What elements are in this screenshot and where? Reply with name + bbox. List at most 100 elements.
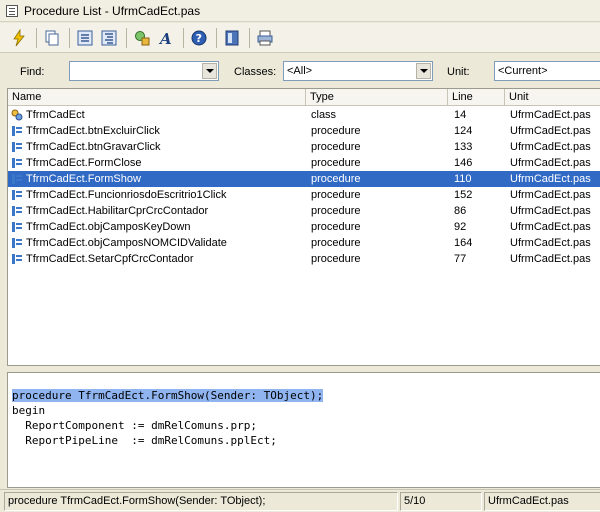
filter-bar: Find: Classes: <All> Unit: <Current> xyxy=(0,54,600,88)
toolbar-separator xyxy=(216,27,217,48)
toolbar-separator xyxy=(36,27,37,48)
toolbar: A ? xyxy=(0,23,600,53)
cell-line: 77 xyxy=(454,253,467,265)
procedure-icon xyxy=(12,126,22,136)
classes-value: <All> xyxy=(287,65,313,77)
code-line: procedure TfrmCadEct.FormShow(Sender: TO… xyxy=(12,389,600,404)
table-row[interactable]: TfrmCadEct.HabilitarCprCrcContador proced… xyxy=(8,203,600,219)
table-row[interactable]: TfrmCadEct.FormShow procedure 110 UfrmCadEc… xyxy=(8,171,600,187)
sort-by-location-icon[interactable] xyxy=(98,27,120,49)
table-row[interactable]: TfrmCadEct.objCamposKeyDown procedure 92 Uf… xyxy=(8,219,600,235)
cell-name: TfrmCadEct.objCamposNOMCIDValidate xyxy=(26,237,227,249)
cell-type: class xyxy=(311,109,337,121)
class-icon xyxy=(11,109,23,121)
print-icon[interactable] xyxy=(254,27,276,49)
status-bar: procedure TfrmCadEct.FormShow(Sender: TO… xyxy=(0,489,600,512)
cell-name: TfrmCadEct.FormClose xyxy=(26,157,142,169)
cell-type: procedure xyxy=(311,141,361,153)
cell-line: 14 xyxy=(454,109,467,121)
goto-icon[interactable] xyxy=(8,27,30,49)
cell-unit: UfrmCadEct.pas xyxy=(510,221,591,233)
table-row[interactable]: TfrmCadEct.SetarCpfCrcContador procedure 7… xyxy=(8,251,600,267)
unit-label: Unit: xyxy=(447,66,470,78)
svg-text:A: A xyxy=(158,30,172,47)
status-declaration: procedure TfrmCadEct.FormShow(Sender: TO… xyxy=(4,492,398,511)
cell-name: TfrmCadEct.FormShow xyxy=(26,173,141,185)
cell-type: procedure xyxy=(311,173,361,185)
column-header-type[interactable]: Type xyxy=(306,89,448,106)
procedure-icon xyxy=(12,142,22,152)
copy-icon[interactable] xyxy=(41,27,63,49)
unit-value: <Current> xyxy=(498,65,548,77)
svg-text:?: ? xyxy=(196,32,202,45)
cell-type: procedure xyxy=(311,253,361,265)
code-line: ReportPipeLine := dmRelComuns.pplEct; xyxy=(12,434,277,447)
cell-name: TfrmCadEct.FuncionriosdoEscritrio1Click xyxy=(26,189,227,201)
cell-name: TfrmCadEct.HabilitarCprCrcContador xyxy=(26,205,209,217)
code-line: ReportComponent := dmRelComuns.prp; xyxy=(12,419,258,432)
cell-type: procedure xyxy=(311,221,361,233)
code-line-highlighted: procedure TfrmCadEct.FormShow(Sender: TO… xyxy=(12,389,324,402)
cell-type: procedure xyxy=(311,205,361,217)
title-bar: Procedure List - UfrmCadEct.pas xyxy=(0,0,600,22)
cell-name: TfrmCadEct.SetarCpfCrcContador xyxy=(26,253,194,265)
procedure-list-icon xyxy=(6,4,18,17)
procedure-icon xyxy=(12,222,22,232)
column-header-name[interactable]: Name xyxy=(8,89,306,106)
find-combo[interactable] xyxy=(69,61,219,81)
cell-name: TfrmCadEct.btnExcluirClick xyxy=(26,125,160,137)
search-start-icon[interactable] xyxy=(131,27,153,49)
cell-line: 92 xyxy=(454,221,467,233)
procedure-icon xyxy=(12,190,22,200)
cell-unit: UfrmCadEct.pas xyxy=(510,141,591,153)
cell-line: 152 xyxy=(454,189,473,201)
procedure-icon xyxy=(12,174,22,184)
classes-label: Classes: xyxy=(234,66,277,78)
list-header: Name Type Line Unit xyxy=(8,89,600,106)
toolbar-separator xyxy=(126,27,127,48)
cell-unit: UfrmCadEct.pas xyxy=(510,157,591,169)
chevron-down-icon[interactable] xyxy=(416,63,431,79)
cell-unit: UfrmCadEct.pas xyxy=(510,205,591,217)
code-preview[interactable]: procedure TfrmCadEct.FormShow(Sender: TO… xyxy=(7,372,600,488)
procedure-icon xyxy=(12,238,22,248)
cell-name: TfrmCadEct.objCamposKeyDown xyxy=(26,221,191,233)
procedure-icon xyxy=(12,206,22,216)
toolbar-separator xyxy=(249,27,250,48)
cell-unit: UfrmCadEct.pas xyxy=(510,109,591,121)
cell-line: 86 xyxy=(454,205,467,217)
help-icon[interactable]: ? xyxy=(188,27,210,49)
cell-type: procedure xyxy=(311,125,361,137)
cell-name: TfrmCadEct xyxy=(26,109,85,121)
table-row[interactable]: TfrmCadEct.btnGravarClick procedure 133 Ufr… xyxy=(8,139,600,155)
cell-line: 124 xyxy=(454,125,473,137)
unit-combo[interactable]: <Current> xyxy=(494,61,600,81)
sort-by-name-icon[interactable] xyxy=(74,27,96,49)
cell-line: 133 xyxy=(454,141,473,153)
cell-unit: UfrmCadEct.pas xyxy=(510,125,591,137)
procedure-list[interactable]: Name Type Line Unit TfrmCadEct class 14 Ufr… xyxy=(7,88,600,366)
toolbar-separator xyxy=(69,27,70,48)
toolbar-separator xyxy=(183,27,184,48)
table-row[interactable]: TfrmCadEct.FormClose procedure 146 UfrmCadE… xyxy=(8,155,600,171)
classes-combo[interactable]: <All> xyxy=(283,61,433,81)
column-header-line[interactable]: Line xyxy=(448,89,505,106)
cell-type: procedure xyxy=(311,157,361,169)
procedure-icon xyxy=(12,158,22,168)
column-header-unit[interactable]: Unit xyxy=(505,89,600,106)
window-title: Procedure List - UfrmCadEct.pas xyxy=(24,3,201,18)
procedure-icon xyxy=(12,254,22,264)
table-row[interactable]: TfrmCadEct.btnExcluirClick procedure 124 Uf… xyxy=(8,123,600,139)
cell-type: procedure xyxy=(311,189,361,201)
chevron-down-icon[interactable] xyxy=(202,63,217,79)
code-line: begin xyxy=(12,404,46,417)
cell-unit: UfrmCadEct.pas xyxy=(510,237,591,249)
table-row[interactable]: TfrmCadEct class 14 UfrmCadEct.pas xyxy=(8,107,600,123)
table-row[interactable]: TfrmCadEct.objCamposNOMCIDValidate proced… xyxy=(8,235,600,251)
table-row[interactable]: TfrmCadEct.FuncionriosdoEscritrio1Click p… xyxy=(8,187,600,203)
sync-icon[interactable] xyxy=(221,27,243,49)
cell-unit: UfrmCadEct.pas xyxy=(510,173,591,185)
cell-unit: UfrmCadEct.pas xyxy=(510,253,591,265)
cell-name: TfrmCadEct.btnGravarClick xyxy=(26,141,161,153)
font-icon[interactable]: A xyxy=(155,27,177,49)
